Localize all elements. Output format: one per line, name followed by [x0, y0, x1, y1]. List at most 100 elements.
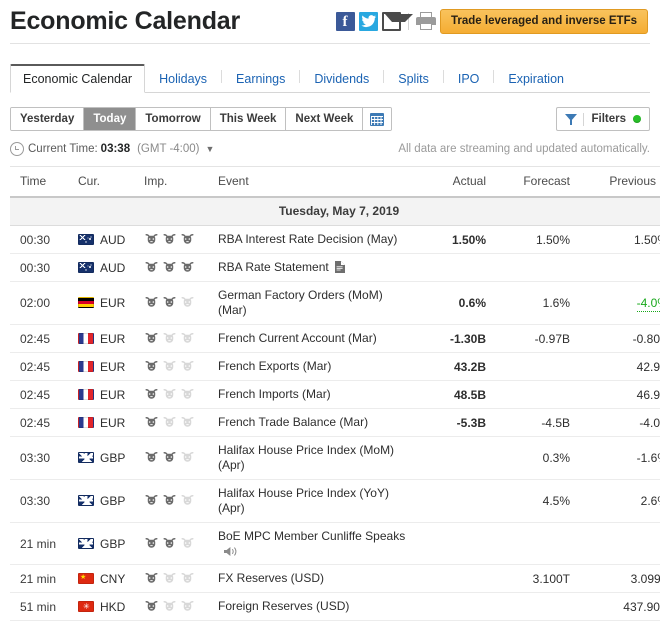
- tab-splits[interactable]: Splits: [384, 65, 443, 93]
- cell-event[interactable]: RBA Interest Rate Decision (May): [218, 225, 414, 254]
- document-icon[interactable]: [334, 261, 345, 273]
- table-row[interactable]: 02:45 EUR French Exports (Mar) 43.2B 42.9B: [10, 352, 660, 381]
- cell-event[interactable]: RBA Rate Statement: [218, 253, 414, 282]
- date-range-button-group: Yesterday Today Tomorrow This Week Next Week: [10, 107, 393, 131]
- table-row[interactable]: 00:30 AUD RBA Interest Rate Decision (May)…: [10, 225, 660, 254]
- column-header-importance[interactable]: Imp.: [144, 166, 218, 198]
- bull-icon: [181, 537, 194, 548]
- bull-icon: [163, 261, 176, 272]
- table-row[interactable]: 21 min GBP BoE MPC Member Cunliffe Speaks: [10, 522, 660, 565]
- currency-code: EUR: [100, 296, 126, 310]
- tab-economic-calendar[interactable]: Economic Calendar: [10, 64, 146, 93]
- range-button-tomorrow[interactable]: Tomorrow: [136, 108, 211, 130]
- cell-event[interactable]: BoE MPC Member Cunliffe Speaks: [218, 522, 414, 565]
- calendar-picker-button[interactable]: [363, 108, 392, 130]
- event-name: BoE MPC Member Cunliffe Speaks: [218, 529, 406, 543]
- column-header-currency[interactable]: Cur.: [78, 166, 144, 198]
- currency-code: AUD: [100, 260, 126, 275]
- range-button-this-week[interactable]: This Week: [210, 108, 287, 130]
- speaker-icon[interactable]: [224, 546, 239, 557]
- print-icon[interactable]: [416, 12, 436, 30]
- facebook-share-icon[interactable]: [336, 11, 355, 31]
- tab-holidays[interactable]: Holidays: [145, 65, 221, 93]
- cell-currency: EUR: [78, 380, 144, 409]
- section-tabs: Economic Calendar Holidays Earnings Dividen…: [10, 63, 650, 93]
- trade-etfs-cta-button[interactable]: Trade leveraged and inverse ETFs: [440, 8, 648, 34]
- bull-icon: [163, 388, 176, 399]
- cell-importance: [144, 592, 218, 621]
- email-share-icon[interactable]: [382, 11, 413, 31]
- bull-icon: [145, 261, 158, 272]
- flag-icon-eur: [78, 332, 94, 344]
- cell-time: 02:45: [10, 380, 78, 409]
- cell-forecast: -0.97B: [486, 324, 570, 353]
- importance-rating: [144, 572, 218, 585]
- table-row[interactable]: 02:45 EUR French Current Account (Mar) -1.3…: [10, 324, 660, 353]
- tab-earnings[interactable]: Earnings: [222, 65, 299, 93]
- tab-expiration[interactable]: Expiration: [494, 65, 578, 93]
- bull-icon: [163, 360, 176, 371]
- cell-time: 00:30: [10, 225, 78, 254]
- bull-icon: [181, 261, 194, 272]
- cell-importance: [144, 253, 218, 282]
- cell-event[interactable]: Halifax House Price Index (YoY) (Apr): [218, 479, 414, 523]
- bull-icon: [181, 233, 194, 244]
- cell-forecast: [486, 380, 570, 409]
- cell-event[interactable]: Foreign Reserves (USD): [218, 592, 414, 621]
- cell-time: 03:30: [10, 479, 78, 523]
- table-header: Time Cur. Imp. Event Actual Forecast Pre…: [10, 166, 660, 198]
- column-header-actual[interactable]: Actual: [414, 166, 486, 198]
- cell-event[interactable]: French Current Account (Mar): [218, 324, 414, 353]
- table-row[interactable]: 00:30 AUD RBA Rate Statement: [10, 253, 660, 282]
- importance-rating: [144, 600, 218, 613]
- cell-event[interactable]: French Exports (Mar): [218, 352, 414, 381]
- cell-event[interactable]: German Factory Orders (MoM) (Mar): [218, 281, 414, 325]
- range-button-next-week[interactable]: Next Week: [286, 108, 364, 130]
- header-rule: [10, 43, 650, 44]
- importance-rating: [144, 360, 218, 373]
- cell-currency: GBP: [78, 522, 144, 565]
- table-row[interactable]: 02:00 EUR German Factory Orders (MoM) (Mar…: [10, 281, 660, 325]
- cell-event[interactable]: French Trade Balance (Mar): [218, 408, 414, 437]
- cell-actual: [414, 522, 486, 565]
- previous-revised-value[interactable]: -4.0%: [636, 296, 660, 312]
- cell-forecast: [486, 253, 570, 282]
- bull-icon: [163, 452, 176, 462]
- importance-rating: [144, 452, 218, 464]
- column-header-event[interactable]: Event: [218, 166, 414, 198]
- day-header-label: Tuesday, May 7, 2019: [10, 197, 660, 226]
- event-name: FX Reserves (USD): [218, 571, 325, 585]
- current-time-value: 03:38: [100, 143, 131, 155]
- cell-event[interactable]: FX Reserves (USD): [218, 564, 414, 593]
- table-row[interactable]: 21 min CNY FX Reserves (USD) 3.100T3.099T: [10, 564, 660, 593]
- currency-code: EUR: [100, 387, 126, 402]
- column-header-previous[interactable]: Previous: [570, 166, 660, 198]
- filters-button[interactable]: Filters: [556, 107, 650, 131]
- bull-icon: [145, 388, 158, 399]
- cell-previous: 3.099T: [570, 564, 660, 593]
- economic-calendar-page: Economic Calendar Trade leveraged and in…: [0, 0, 660, 633]
- range-button-yesterday[interactable]: Yesterday: [11, 108, 85, 130]
- twitter-share-icon[interactable]: [359, 11, 378, 31]
- table-row[interactable]: 03:30 GBP Halifax House Price Index (YoY) …: [10, 479, 660, 523]
- table-row[interactable]: 03:30 GBP Halifax House Price Index (MoM) …: [10, 436, 660, 480]
- table-row[interactable]: 51 min HKD Foreign Reserves (USD) 437.90B: [10, 592, 660, 621]
- table-header-row: Time Cur. Imp. Event Actual Forecast Pre…: [10, 166, 660, 198]
- cell-currency: EUR: [78, 352, 144, 381]
- cell-time: 51 min: [10, 592, 78, 621]
- cell-event[interactable]: Halifax House Price Index (MoM) (Apr): [218, 436, 414, 480]
- table-row[interactable]: 02:45 EUR French Trade Balance (Mar) -5.3B -…: [10, 408, 660, 437]
- tab-ipo[interactable]: IPO: [444, 65, 494, 93]
- currency-code: GBP: [100, 451, 126, 465]
- tab-dividends[interactable]: Dividends: [300, 65, 383, 93]
- cell-event[interactable]: French Imports (Mar): [218, 380, 414, 409]
- range-button-today[interactable]: Today: [84, 108, 137, 130]
- flag-icon-hkd: [78, 600, 94, 612]
- column-header-forecast[interactable]: Forecast: [486, 166, 570, 198]
- importance-rating: [144, 297, 218, 309]
- chevron-down-icon[interactable]: ▼: [206, 144, 215, 155]
- column-header-time[interactable]: Time: [10, 166, 78, 198]
- table-row[interactable]: 02:45 EUR French Imports (Mar) 48.5B 46.9B: [10, 380, 660, 409]
- toolbar: Yesterday Today Tomorrow This Week Next Week…: [10, 107, 650, 131]
- bull-icon: [163, 297, 176, 307]
